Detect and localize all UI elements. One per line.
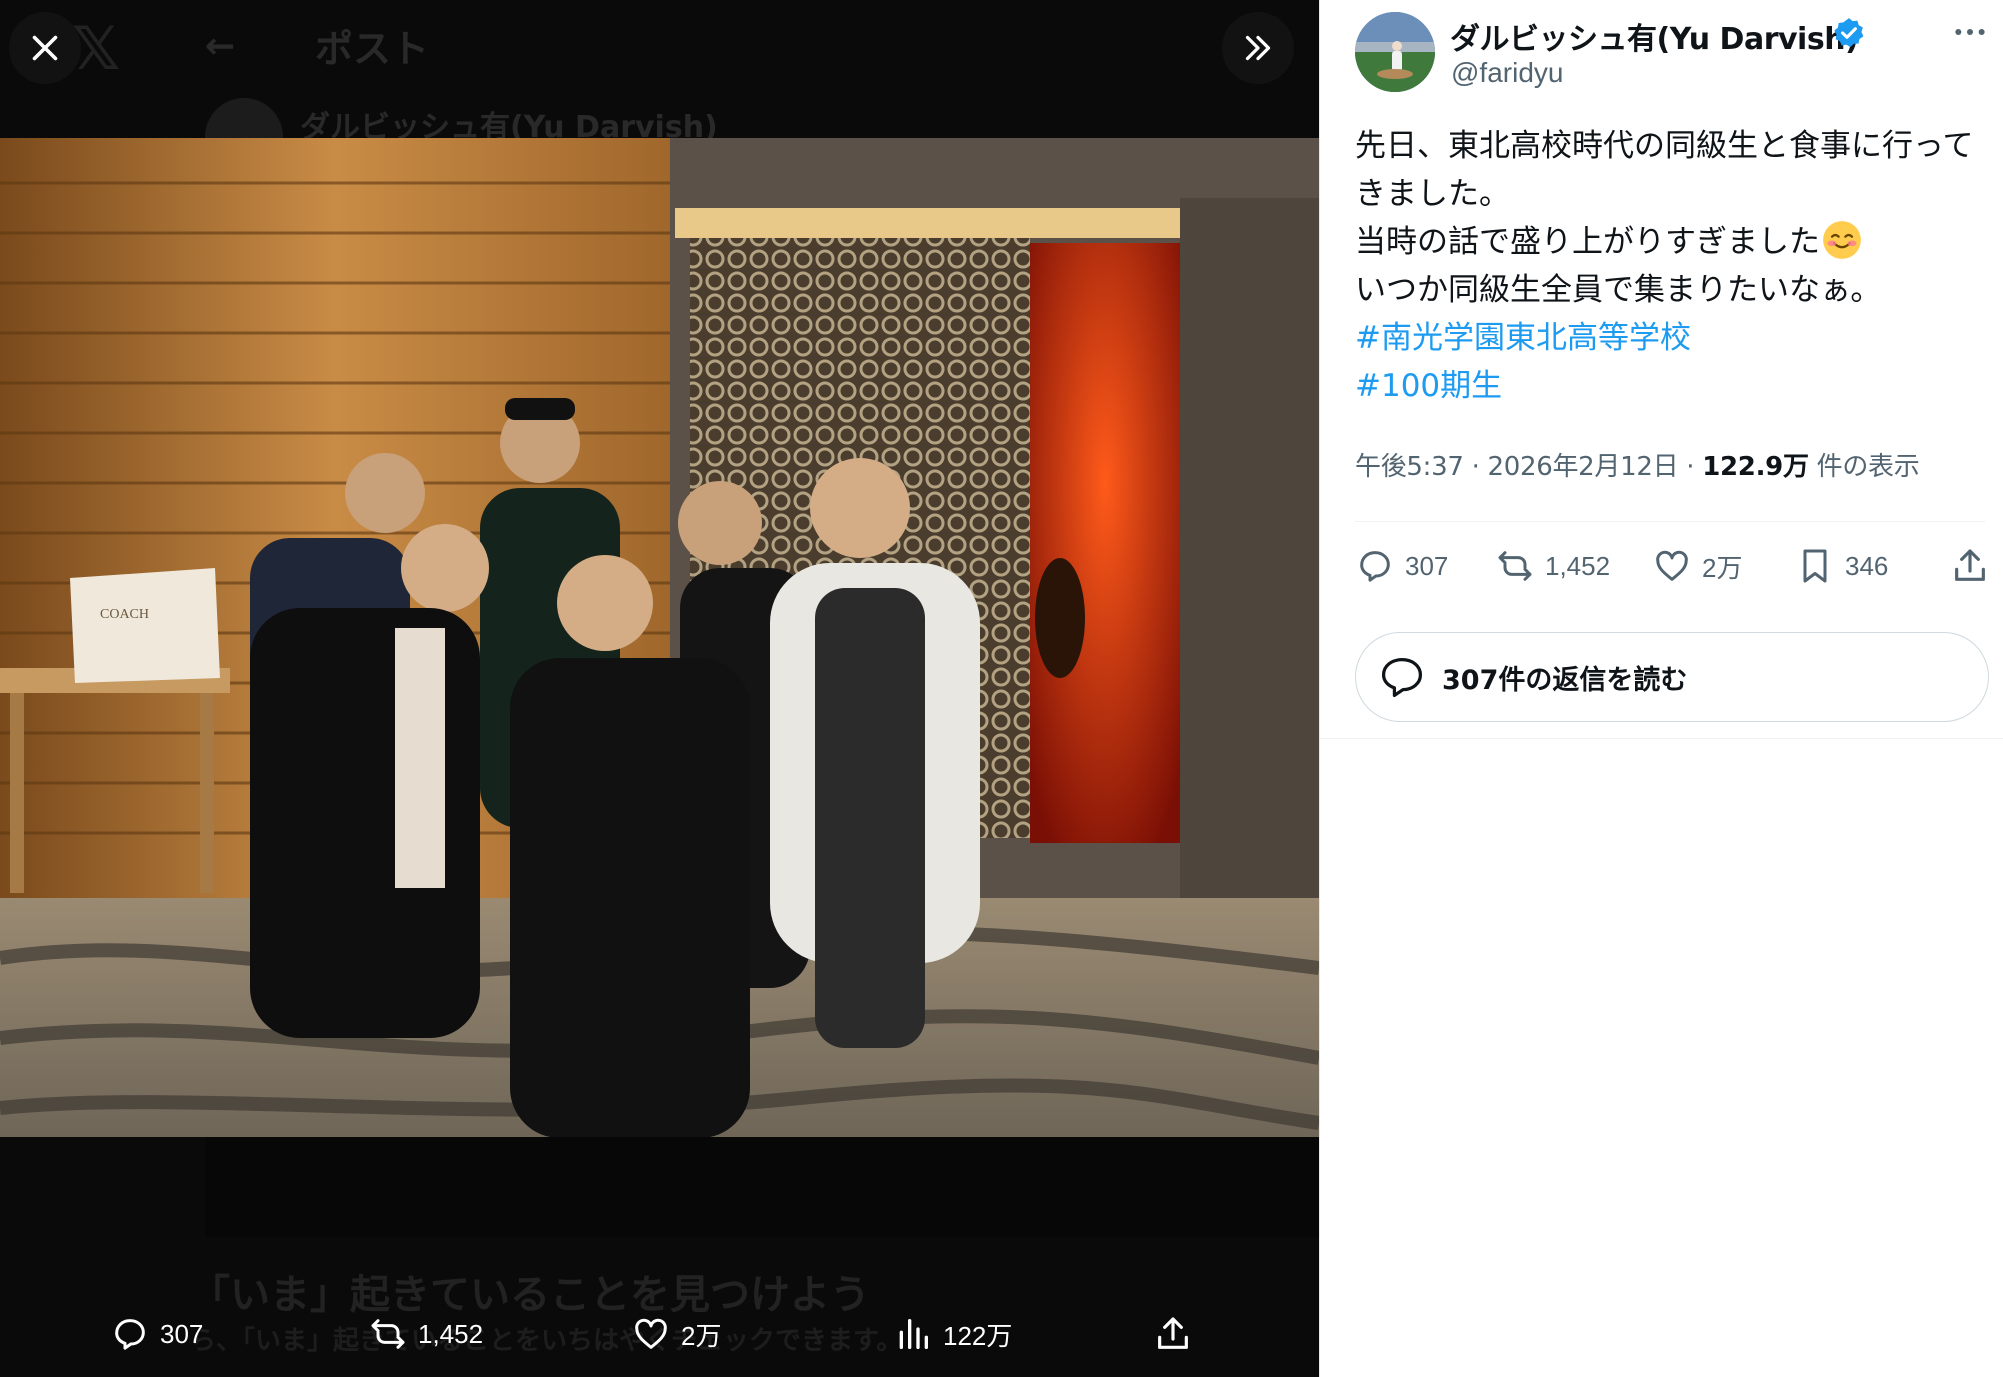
double-chevron-right-icon [1245, 35, 1271, 61]
viewer-action-bar: 307 1,452 2万 122万 [0, 1296, 1319, 1376]
author-display-name[interactable]: ダルビッシュ有(Yu Darvish) [1450, 14, 1859, 58]
background-content-block [205, 1137, 1319, 1237]
close-icon [32, 35, 58, 61]
repost-button[interactable]: 1,452 [1495, 546, 1610, 586]
repost-count: 1,452 [1545, 550, 1611, 581]
tweet-text-line: きました。 [1355, 176, 1510, 212]
share-icon [1158, 1317, 1188, 1349]
views-label: 件の表示 [1816, 452, 1920, 482]
reply-icon [115, 1319, 145, 1350]
tweet-text-line: 先日、東北高校時代の同級生と食事に行って [1355, 128, 1974, 164]
tweet-date[interactable]: 2026年2月12日 [1488, 452, 1679, 482]
photo-illustration: COACH [0, 138, 1319, 1137]
share-icon [1955, 549, 1985, 581]
read-replies-label: 307件の返信を読む [1442, 664, 1688, 696]
share-button[interactable] [1950, 546, 1990, 586]
verified-icon [1834, 18, 1864, 48]
tweet-text: 先日、東北高校時代の同級生と食事に行って きました。 当時の話で盛り上がりすぎま… [1355, 122, 1985, 410]
views-icon [899, 1319, 928, 1349]
views-count: 122.9万 [1702, 452, 1809, 482]
like-count: 2万 [1702, 552, 1743, 583]
reply-button[interactable]: 307 [1355, 546, 1448, 586]
tweet-text-segment: 当時の話で盛り上がりすぎました [1355, 224, 1820, 260]
tweet-metadata: 午後5:37 · 2026年2月12日 · 122.9万 件の表示 [1355, 446, 1920, 483]
author-handle[interactable]: @faridyu [1451, 57, 1563, 89]
repost-icon [1498, 551, 1532, 581]
divider [1355, 521, 1985, 522]
bookmark-icon [1803, 549, 1827, 583]
back-arrow-icon: ← [205, 26, 236, 67]
tweet-text-line: 当時の話で盛り上がりすぎました [1355, 218, 1985, 266]
speech-bubble-icon [1381, 658, 1423, 698]
viewer-share-button[interactable] [1153, 1314, 1193, 1354]
hashtag-link[interactable]: #100期生 [1355, 362, 1985, 410]
like-button[interactable]: 2万 [1652, 546, 1742, 586]
viewer-like-button[interactable]: 2万 [631, 1314, 721, 1354]
like-icon [1656, 550, 1688, 581]
viewer-reply-button[interactable]: 307 [110, 1314, 203, 1354]
bookmark-count: 346 [1845, 550, 1889, 581]
avatar[interactable] [1355, 12, 1435, 92]
like-icon [635, 1318, 667, 1349]
tweet-action-bar: 307 1,452 2万 346 [1355, 540, 1990, 600]
viewer-reply-count: 307 [160, 1318, 204, 1349]
smiling-face-emoji-icon [1823, 221, 1861, 259]
avatar-image [1355, 12, 1435, 92]
svg-text:COACH: COACH [100, 607, 149, 622]
viewer-repost-count: 1,452 [418, 1318, 484, 1349]
tweet-text-line: いつか同級生全員で集まりたいなぁ。 [1355, 272, 1882, 308]
reply-count: 307 [1405, 550, 1449, 581]
bookmark-button[interactable]: 346 [1795, 546, 1888, 586]
background-page-title: ポスト [315, 27, 430, 71]
viewer-views-count: 122万 [943, 1320, 1013, 1351]
hashtag-link[interactable]: #南光学園東北高等学校 [1355, 314, 1985, 362]
repost-icon [371, 1319, 405, 1349]
viewer-like-count: 2万 [681, 1320, 722, 1351]
post-photo[interactable]: COACH [0, 138, 1319, 1137]
viewer-views-button[interactable]: 122万 [893, 1314, 1012, 1354]
tweet-time[interactable]: 午後5:37 [1355, 452, 1464, 482]
tweet-detail-panel: ダルビッシュ有(Yu Darvish) @faridyu 先日、東北高校時代の同… [1319, 0, 2003, 1377]
read-replies-button[interactable]: 307件の返信を読む [1355, 632, 1989, 722]
meta-separator: · [1686, 452, 1695, 482]
divider [1320, 738, 2003, 739]
expand-sidebar-button[interactable] [1222, 12, 1294, 84]
close-button[interactable] [9, 12, 81, 84]
media-viewer: 𝕏 ← ポスト ダルビッシュ有(Yu Darvish) COACH 「いま」起き… [0, 0, 1319, 1377]
meta-separator: · [1471, 452, 1480, 482]
viewer-repost-button[interactable]: 1,452 [368, 1314, 483, 1354]
reply-icon [1360, 551, 1390, 582]
more-icon[interactable] [1950, 12, 1990, 52]
